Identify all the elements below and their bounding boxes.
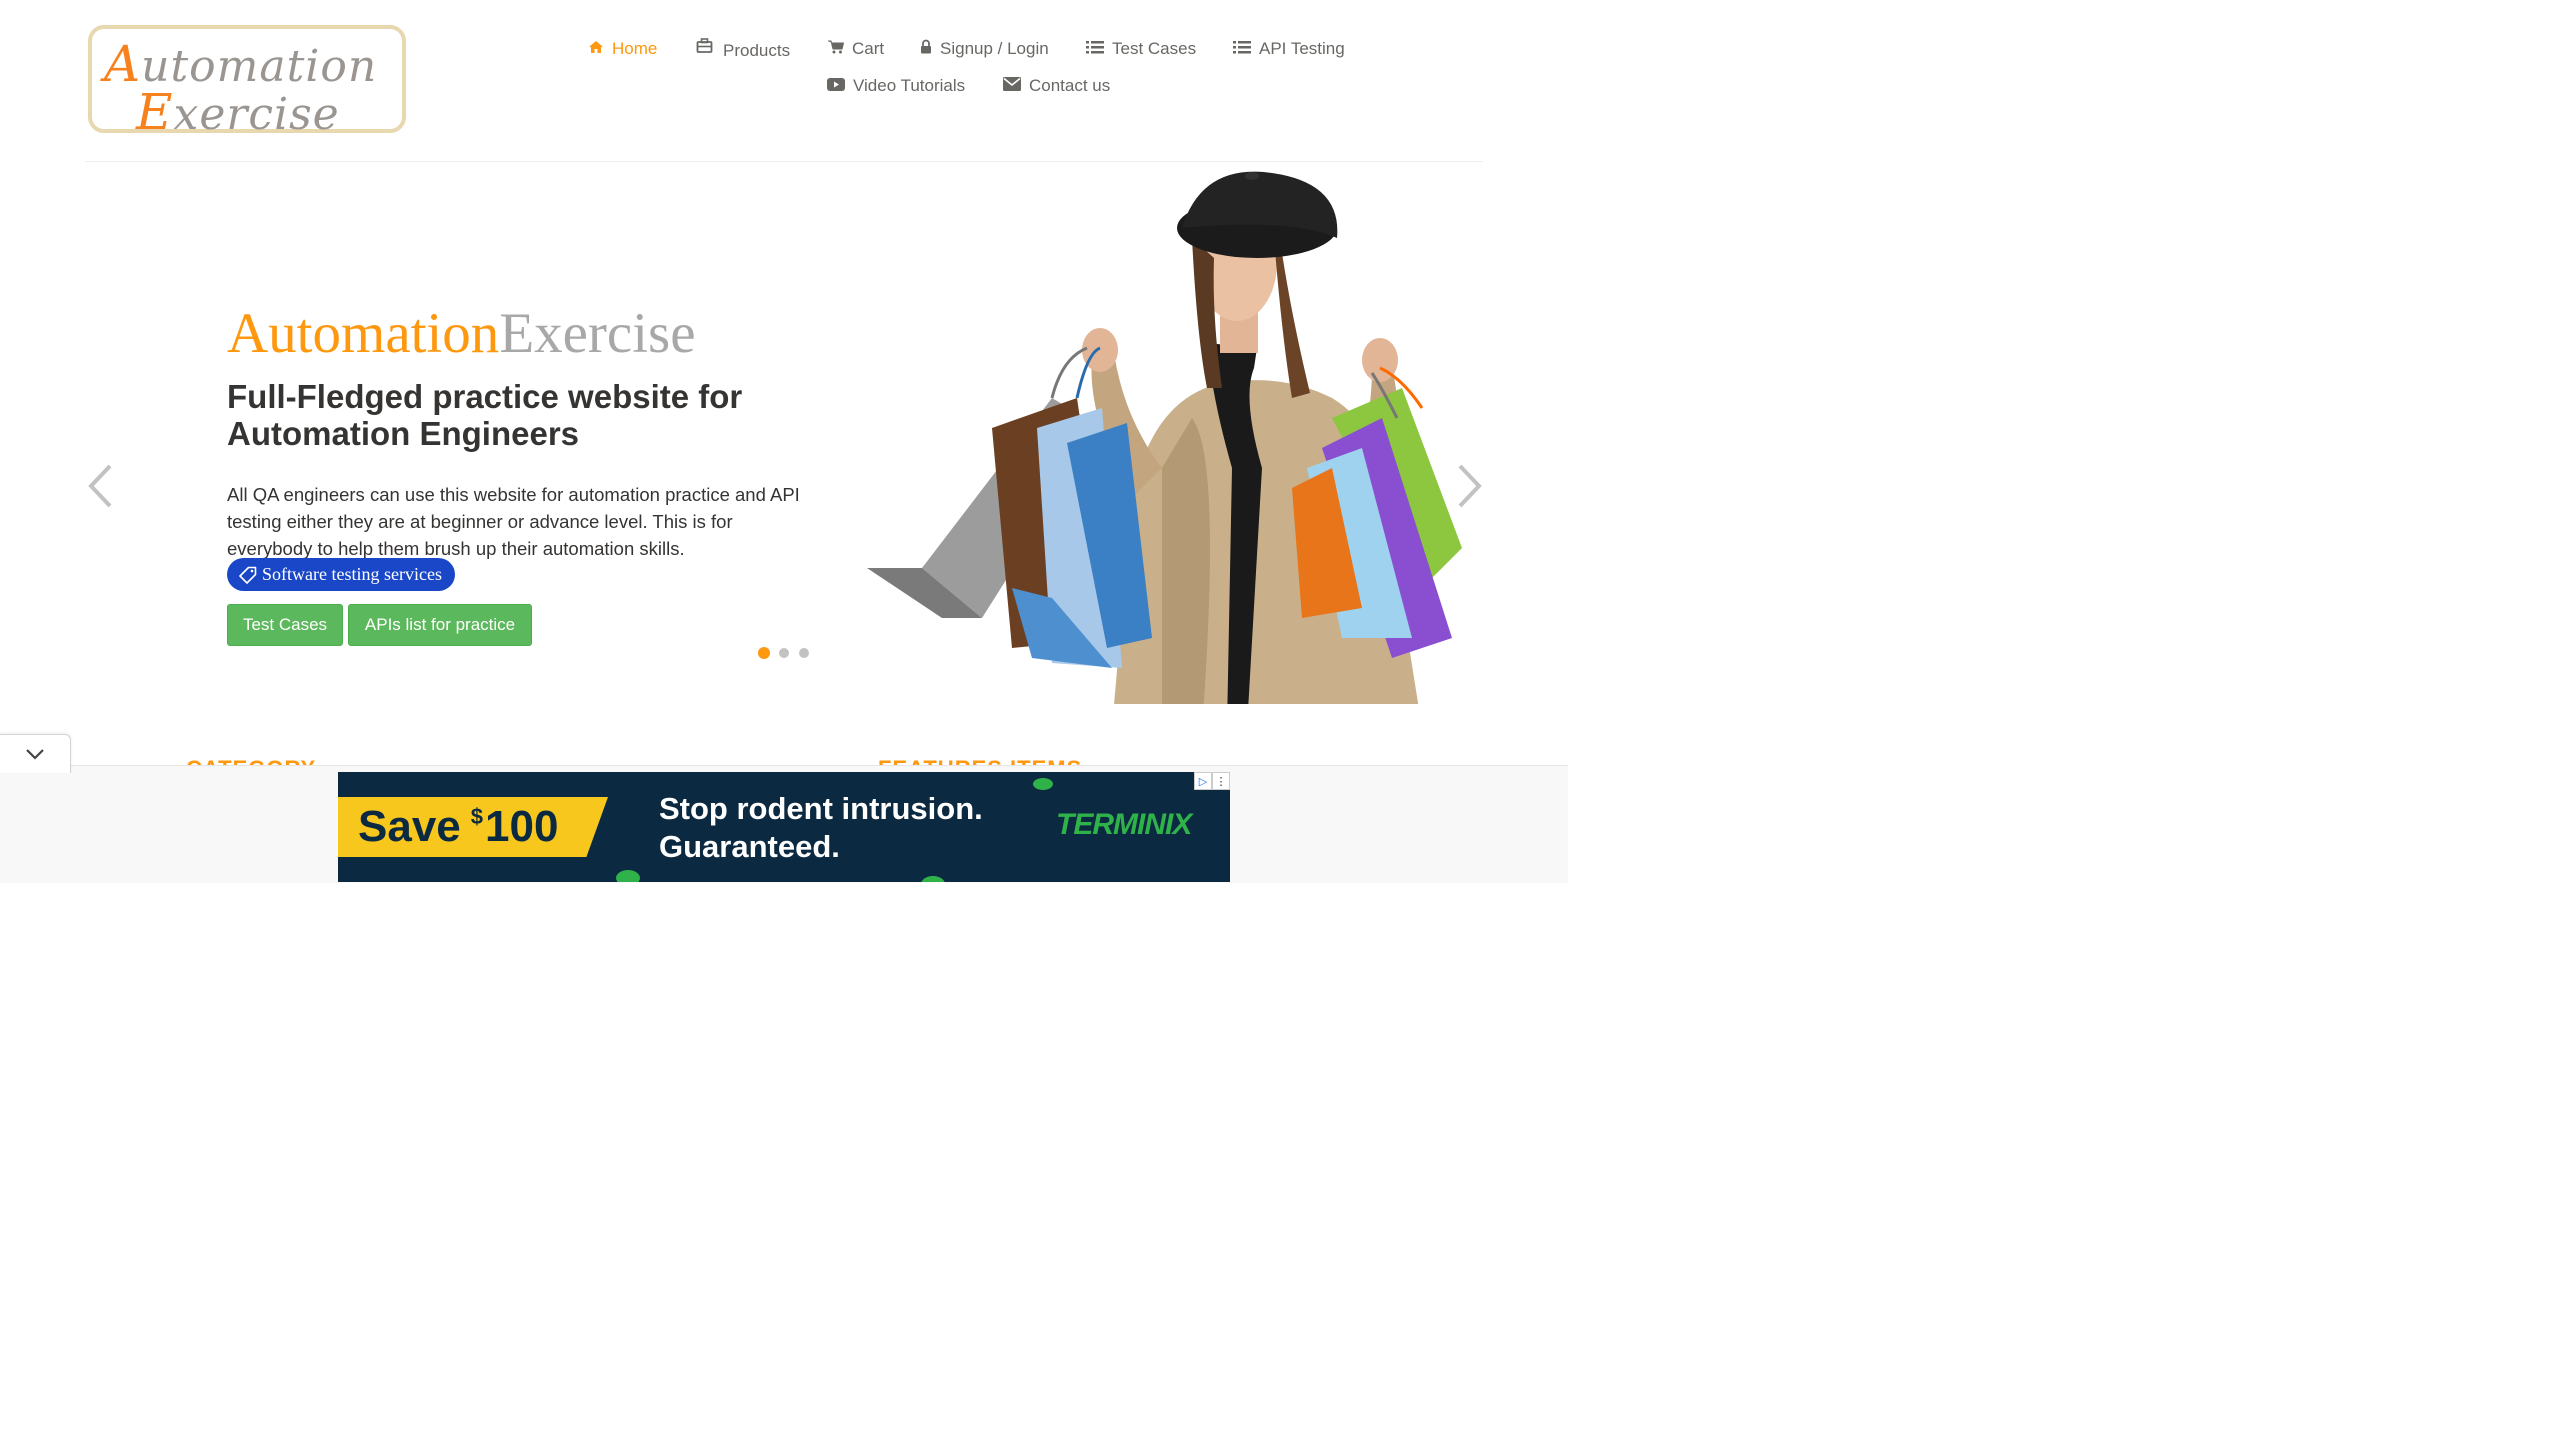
logo-line-2: Exercise [136,83,340,141]
nav-contact-us[interactable]: Contact us [1003,76,1110,96]
nav-test-cases-label: Test Cases [1112,39,1197,58]
envelope-icon [1003,76,1021,96]
test-cases-button[interactable]: Test Cases [227,604,343,646]
nav-test-cases[interactable]: Test Cases [1086,39,1196,59]
nav-api-testing-label: API Testing [1259,39,1345,58]
lock-icon [920,39,932,59]
slider-description: All QA engineers can use this website fo… [227,484,800,559]
youtube-icon [827,76,845,96]
nav-video-tutorials-label: Video Tutorials [853,76,966,95]
hero-shopping-girl-image [867,171,1462,704]
ad-choices[interactable]: ▷ ⋮ [1194,772,1230,790]
chevron-down-icon [26,749,44,760]
slider-heading: Full-Fledged practice website for Automa… [227,378,743,452]
list-icon [1233,39,1251,59]
list-icon [1086,39,1104,59]
header-divider [85,161,1483,162]
nav-home-label: Home [612,39,658,58]
adchoices-icon[interactable]: ▷ [1194,772,1212,790]
ad-leaf-decoration [921,876,945,882]
ad-brand-logo: TERMINIX [1056,808,1192,841]
software-testing-services-tag[interactable]: Software testing services [227,558,455,591]
chevron-left-icon [88,464,112,508]
apis-list-button[interactable]: APIs list for practice [348,604,532,646]
slider-indicator-1[interactable] [758,647,770,659]
slider-title: AutomationExercise [227,302,696,365]
nav-video-tutorials[interactable]: Video Tutorials [827,76,965,96]
ad-leaf-decoration [616,870,640,882]
nav-contact-us-label: Contact us [1029,76,1111,95]
site-logo[interactable]: Automation Exercise [88,25,406,137]
slider-prev-arrow[interactable] [86,463,114,514]
ad-menu-icon[interactable]: ⋮ [1212,772,1230,790]
nav-cart-label: Cart [852,39,885,58]
ad-headline: Stop rodent intrusion. Guaranteed. [659,791,983,864]
ad-save-badge: Save $100 [338,797,608,857]
terminix-ad-banner[interactable]: Save $100 Stop rodent intrusion. Guarante… [338,772,1230,882]
nav-cart[interactable]: Cart [828,39,884,59]
briefcase-icon [696,38,713,59]
slider-indicator-3[interactable] [799,648,809,658]
tag-icon [239,566,257,584]
tag-label: Software testing services [262,564,442,584]
nav-home[interactable]: Home [588,39,657,59]
cart-icon [828,39,845,59]
slider-indicator-2[interactable] [779,648,789,658]
nav-signup-login[interactable]: Signup / Login [920,39,1049,59]
home-icon [588,39,604,59]
nav-api-testing[interactable]: API Testing [1233,39,1345,59]
nav-products[interactable]: Products [696,38,791,60]
nav-signup-login-label: Signup / Login [940,39,1049,58]
nav-products-label: Products [723,40,791,60]
ad-collapse-button[interactable] [0,734,71,773]
logo-line-1: Automation [104,35,378,93]
ad-leaf-decoration [1033,778,1053,790]
